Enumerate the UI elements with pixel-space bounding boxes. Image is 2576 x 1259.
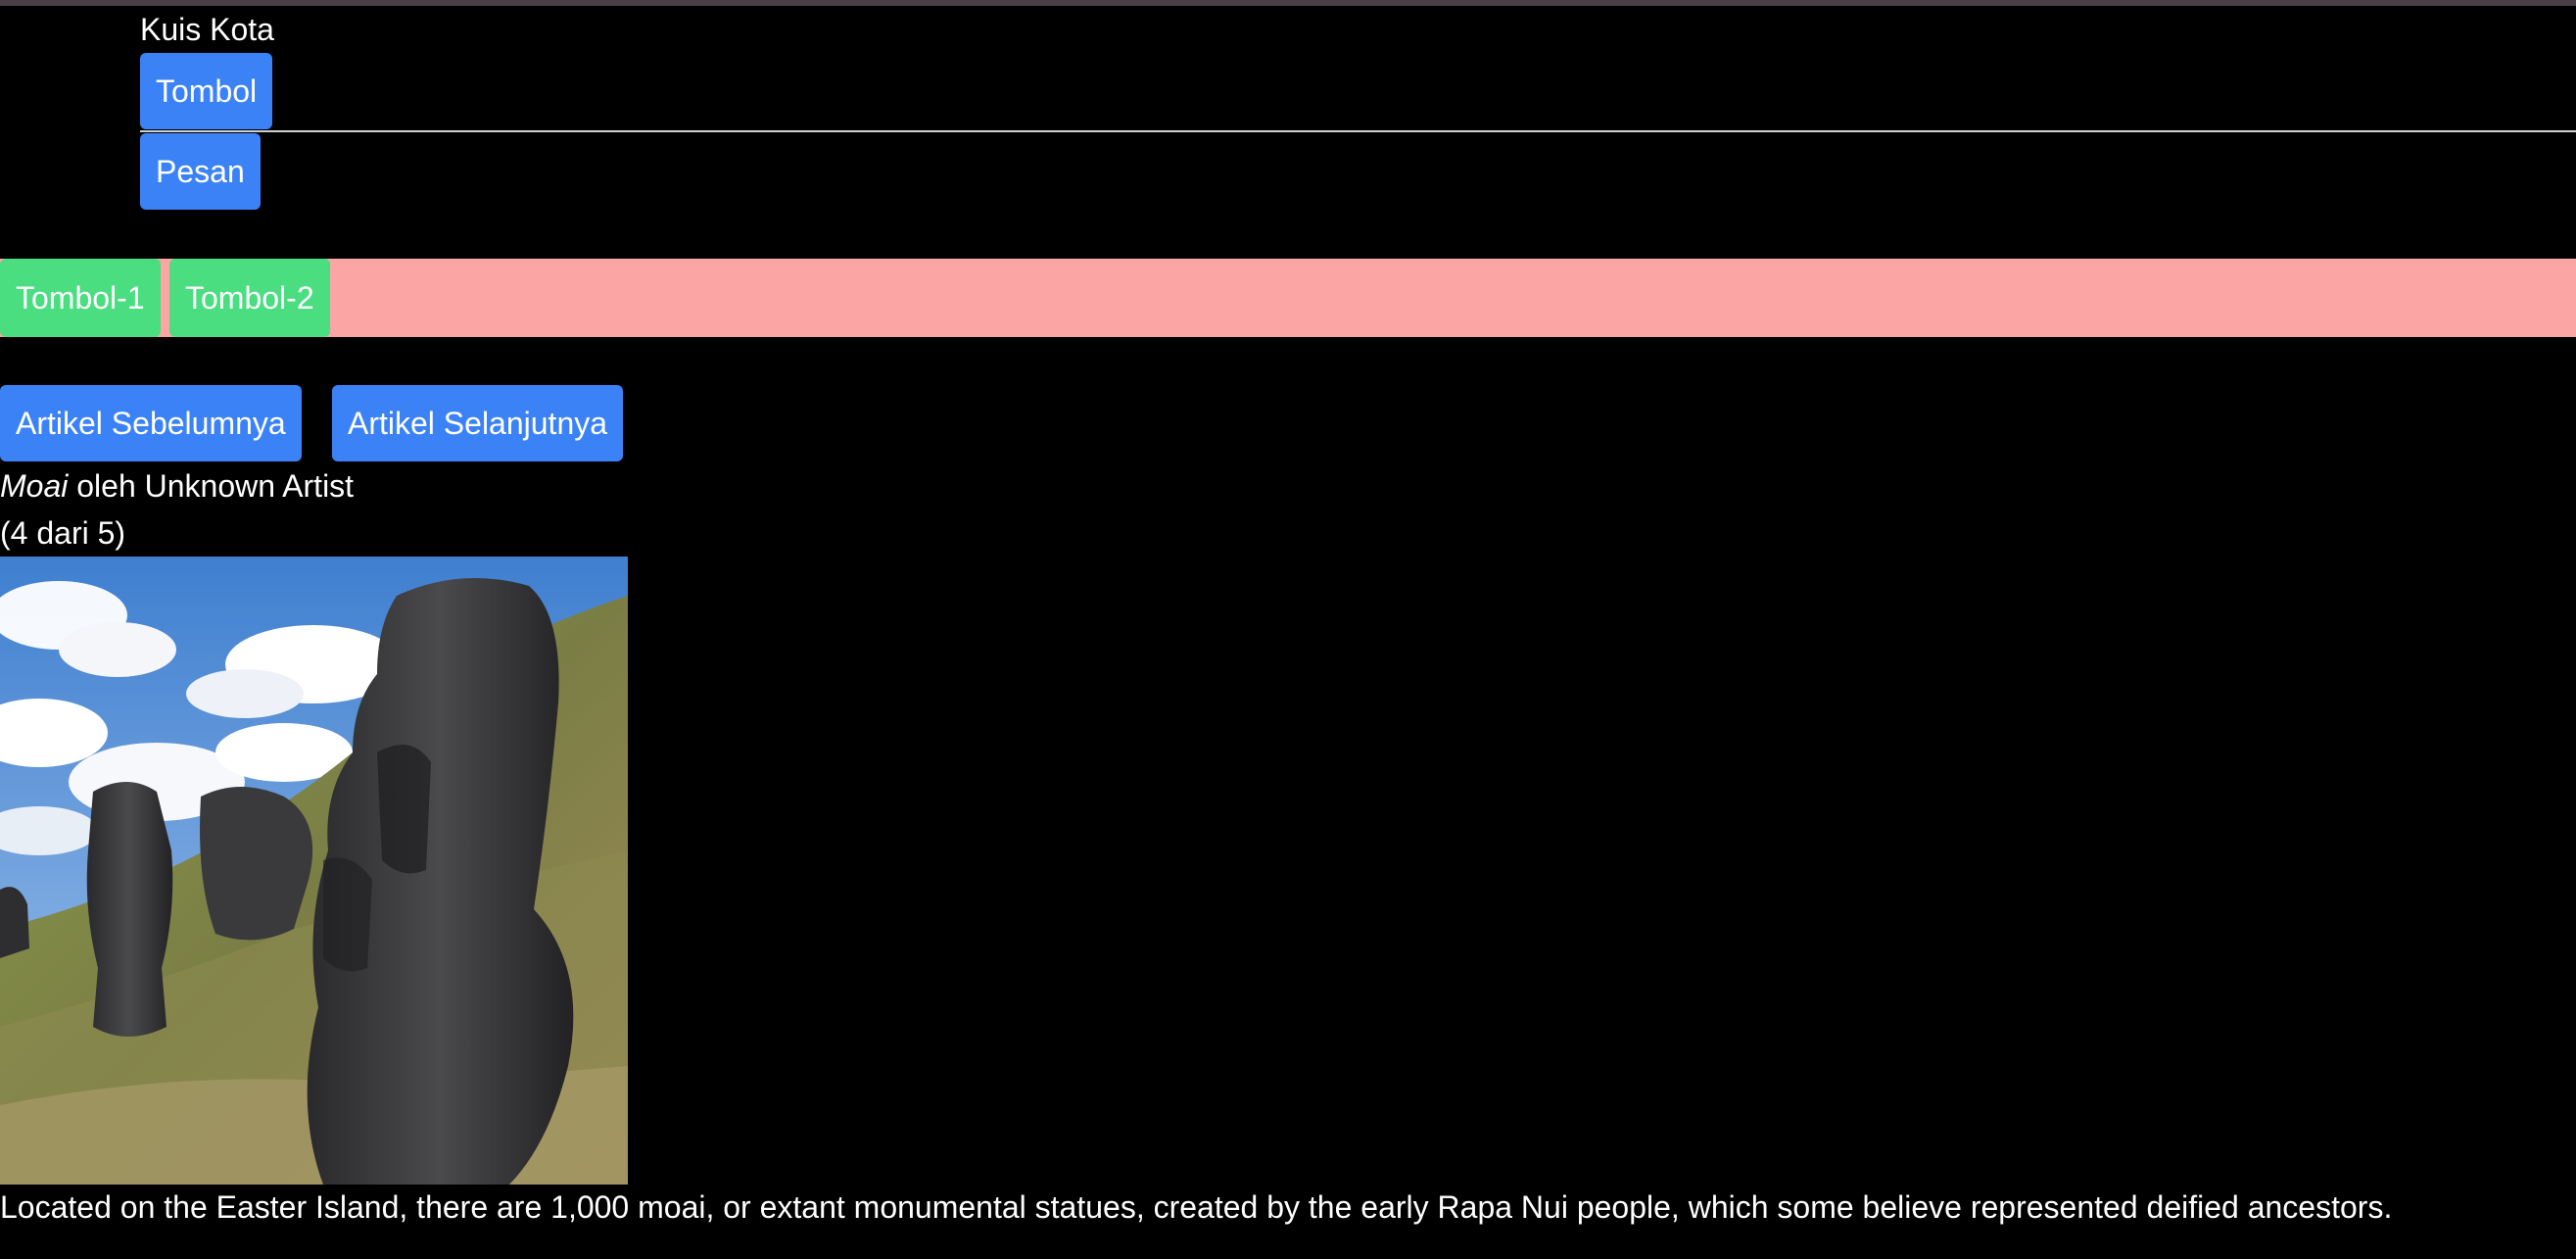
artwork-description: Located on the Easter Island, there are …: [0, 1189, 2393, 1225]
moai-statues-photo: [0, 557, 628, 1185]
button-bar: [0, 259, 2576, 337]
artwork-counter: (4 dari 5): [0, 515, 126, 551]
tombol-2-button[interactable]: Tombol-2: [169, 259, 330, 337]
artwork-name: Moai: [0, 468, 69, 504]
divider: [140, 130, 2576, 132]
next-article-button[interactable]: Artikel Selanjutnya: [332, 385, 624, 461]
tombol-button[interactable]: Tombol: [140, 53, 273, 129]
artwork-artist: Unknown Artist: [144, 468, 355, 504]
artwork-by: oleh: [68, 468, 145, 504]
window-top-border: [0, 0, 2576, 6]
artwork-caption: Moai oleh Unknown Artist: [0, 464, 354, 508]
tombol-1-button[interactable]: Tombol-1: [0, 259, 161, 337]
pesan-button[interactable]: Pesan: [140, 133, 261, 210]
previous-article-button[interactable]: Artikel Sebelumnya: [0, 385, 302, 461]
page-title: Kuis Kota: [140, 12, 274, 47]
